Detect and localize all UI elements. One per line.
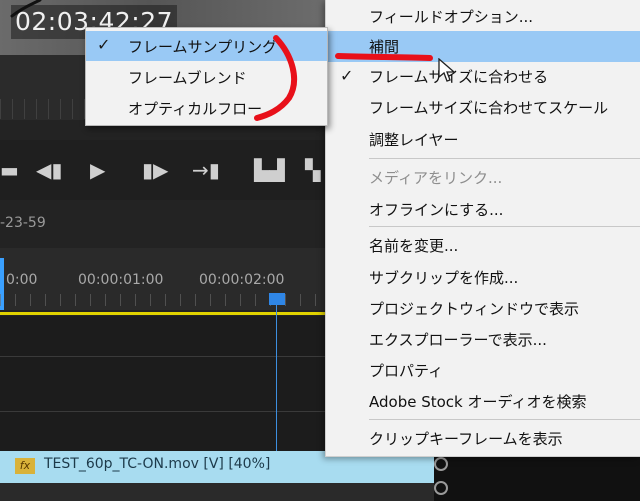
menu-item-label: フレームサイズに合わせる xyxy=(369,68,549,86)
menu-item-rename[interactable]: 名前を変更... xyxy=(326,230,640,261)
insert-icon[interactable]: ▙▟ xyxy=(254,160,285,180)
play-icon[interactable]: ▶ xyxy=(90,160,105,180)
menu-item-label: Adobe Stock オーディオを検索 xyxy=(369,393,587,411)
menu-item-adjustment-layer[interactable]: 調整レイヤー xyxy=(326,124,640,155)
work-area-bar[interactable] xyxy=(0,312,330,315)
menu-item-scale-to-frame-size[interactable]: フレームサイズに合わせてスケール xyxy=(326,92,640,123)
menu-item-label: プロパティ xyxy=(369,362,444,380)
check-icon: ✓ xyxy=(97,35,111,54)
step-forward-icon[interactable]: ▮▶ xyxy=(142,160,168,180)
menu-item-reveal-in-project[interactable]: プロジェクトウィンドウで表示 xyxy=(326,293,640,324)
menu-item-interpolation[interactable]: 補間 xyxy=(326,31,640,62)
menu-item-label: オフラインにする... xyxy=(369,201,504,219)
menu-item-field-options[interactable]: ✓ フィールドオプション... xyxy=(326,1,640,32)
menu-item-reveal-in-explorer[interactable]: エクスプローラーで表示... xyxy=(326,324,640,355)
menu-item-label: 補間 xyxy=(369,38,400,56)
menu-item-label: 名前を変更... xyxy=(369,237,459,255)
record-toggle-icon[interactable] xyxy=(434,457,448,471)
menu-item-properties[interactable]: プロパティ xyxy=(326,355,640,386)
clip-name: TEST_60p_TC-ON.mov [V] [40%] xyxy=(44,456,271,472)
menu-item-show-clip-keyframes[interactable]: クリップキーフレームを表示 xyxy=(326,423,640,454)
ruler-label-2: 00:00:02:00 xyxy=(199,272,285,288)
menu-item-label: フィールドオプション... xyxy=(369,8,534,26)
sequence-date-label: -23-59 xyxy=(0,215,46,231)
track-divider xyxy=(0,356,330,357)
submenu-item-frame-sampling[interactable]: ✓ フレームサンプリング xyxy=(86,31,327,61)
menu-item-fit-frame-size[interactable]: ✓ フレームサイズに合わせる xyxy=(326,61,640,92)
submenu-item-label: フレームブレンド xyxy=(128,69,247,87)
menu-item-label: フレームサイズに合わせてスケール xyxy=(369,99,609,117)
menu-item-label: エクスプローラーで表示... xyxy=(369,331,547,349)
record-toggle-icon[interactable] xyxy=(434,481,448,495)
overwrite-icon[interactable]: ▚ xyxy=(305,160,320,180)
playhead-handle[interactable] xyxy=(269,293,285,305)
menu-separator xyxy=(369,158,640,159)
menu-item-label: メディアをリンク... xyxy=(369,169,503,187)
menu-item-label: プロジェクトウィンドウで表示 xyxy=(369,300,580,318)
check-icon: ✓ xyxy=(340,66,354,85)
mouse-cursor-icon xyxy=(438,58,456,82)
step-back-partial-icon[interactable]: ▬ xyxy=(0,160,19,180)
submenu-item-label: オプティカルフロー xyxy=(128,100,263,118)
audio-meter-panel xyxy=(434,451,640,501)
ruler-label-1: 00:00:01:00 xyxy=(78,272,164,288)
track-divider xyxy=(0,411,330,412)
menu-item-search-adobe-stock-audio[interactable]: Adobe Stock オーディオを検索 xyxy=(326,386,640,417)
submenu-item-label: フレームサンプリング xyxy=(128,38,278,56)
menu-separator xyxy=(369,226,640,227)
menu-separator xyxy=(369,419,640,420)
lower-track xyxy=(0,483,434,501)
menu-item-label: 調整レイヤー xyxy=(369,131,459,149)
timeline-tracks[interactable] xyxy=(0,316,330,451)
menu-item-link-media: メディアをリンク... xyxy=(326,162,640,193)
transport-controls: ▬ ◀▮ ▶ ▮▶ →▮ ▙▟ ▚ xyxy=(0,140,330,200)
go-to-out-icon[interactable]: →▮ xyxy=(192,160,220,180)
submenu-item-frame-blending[interactable]: フレームブレンド xyxy=(86,62,327,92)
menu-item-label: サブクリップを作成... xyxy=(369,269,519,287)
menu-item-make-subclip[interactable]: サブクリップを作成... xyxy=(326,262,640,293)
step-back-icon[interactable]: ◀▮ xyxy=(36,160,62,180)
menu-item-label: クリップキーフレームを表示 xyxy=(369,430,563,448)
clip-context-menu: ✓ フィールドオプション... 補間 ✓ フレームサイズに合わせる フレームサイ… xyxy=(325,0,640,457)
submenu-item-optical-flow[interactable]: オプティカルフロー xyxy=(86,93,327,123)
menu-item-make-offline[interactable]: オフラインにする... xyxy=(326,194,640,225)
ruler-label-0: 0:00 xyxy=(6,272,38,288)
fx-badge-icon[interactable]: fx xyxy=(15,458,35,474)
interpolation-submenu: ✓ フレームサンプリング フレームブレンド オプティカルフロー xyxy=(85,27,328,126)
